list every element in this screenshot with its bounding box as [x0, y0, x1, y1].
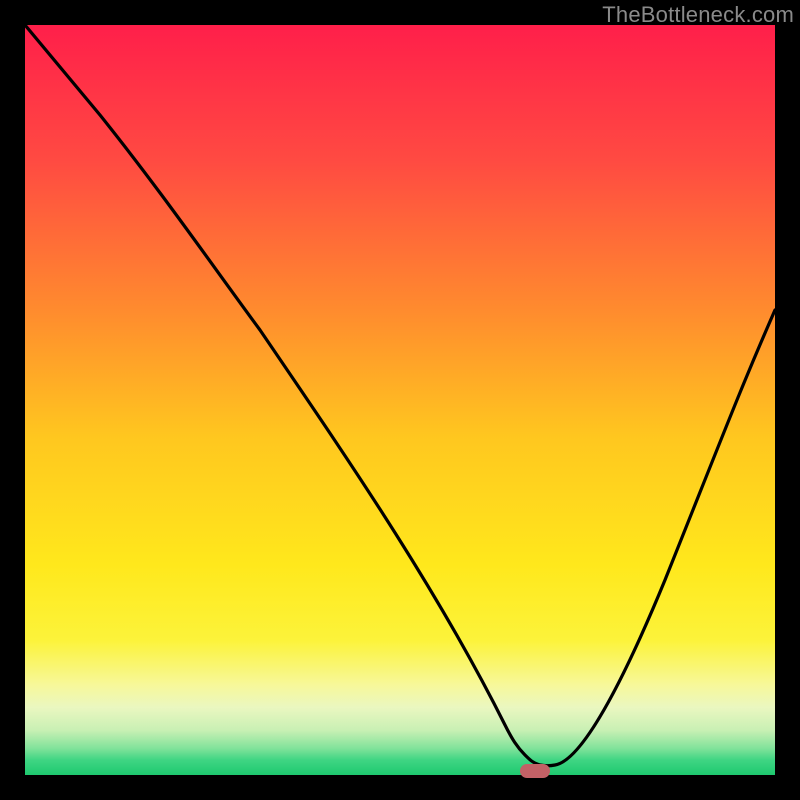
chart-frame: TheBottleneck.com — [0, 0, 800, 800]
curve — [25, 25, 775, 775]
optimal-marker — [520, 764, 550, 778]
plot-area — [25, 25, 775, 775]
